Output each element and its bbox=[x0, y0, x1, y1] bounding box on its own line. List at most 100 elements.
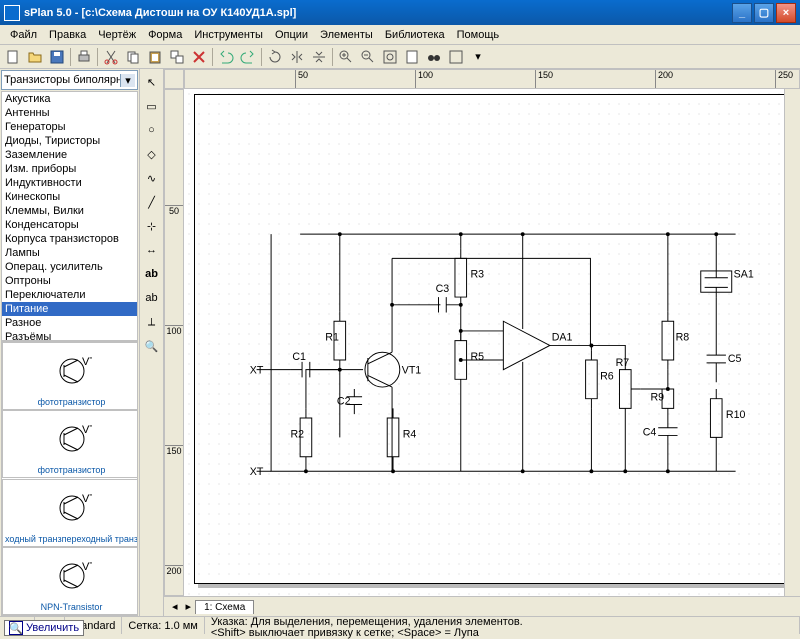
category-list[interactable]: АкустикаАнтенныГенераторыДиоды, Тиристор… bbox=[1, 91, 138, 341]
category-item[interactable]: Индуктивности bbox=[2, 176, 137, 190]
sheet-tab-1[interactable]: 1: Схема bbox=[195, 600, 254, 614]
svg-text:C3: C3 bbox=[436, 283, 450, 295]
mirror-v-button[interactable] bbox=[308, 46, 330, 68]
svg-text:VT1: VT1 bbox=[402, 365, 422, 377]
category-item[interactable]: Конденсаторы bbox=[2, 218, 137, 232]
redo-button[interactable] bbox=[237, 46, 259, 68]
rect-tool[interactable]: ▭ bbox=[141, 95, 163, 117]
zoom-out-button[interactable] bbox=[357, 46, 379, 68]
category-item[interactable]: Изм. приборы bbox=[2, 162, 137, 176]
menu-draw[interactable]: Чертёж bbox=[92, 27, 142, 43]
status-hint2: <Shift> выключает привязку к сетке; <Spa… bbox=[211, 628, 479, 639]
zoom-page-button[interactable] bbox=[401, 46, 423, 68]
statusbar: >8.3 Standard Сетка: 1.0 мм Указка: Для … bbox=[0, 616, 800, 634]
vertical-scrollbar[interactable] bbox=[784, 89, 800, 596]
category-item[interactable]: Клеммы, Вилки bbox=[2, 204, 137, 218]
svg-text:R2: R2 bbox=[290, 428, 304, 440]
zoom-fit-button[interactable] bbox=[379, 46, 401, 68]
undo-button[interactable] bbox=[215, 46, 237, 68]
canvas-area: 50 100 150 200 250 50 100 150 200 bbox=[164, 69, 800, 616]
rotate-button[interactable] bbox=[264, 46, 286, 68]
tab-next[interactable]: ▸ bbox=[182, 600, 196, 613]
close-button[interactable]: × bbox=[776, 3, 796, 23]
open-button[interactable] bbox=[24, 46, 46, 68]
svg-text:R1: R1 bbox=[325, 332, 339, 344]
pointer-tool[interactable]: ↖ bbox=[141, 71, 163, 93]
category-item[interactable]: Диоды, Тиристоры bbox=[2, 134, 137, 148]
text-tool[interactable]: ab bbox=[141, 287, 163, 309]
copy-button[interactable] bbox=[122, 46, 144, 68]
svg-text:XT: XT bbox=[250, 466, 264, 478]
menu-options[interactable]: Опции bbox=[269, 27, 314, 43]
category-combo[interactable]: Транзисторы биполярные ▾ bbox=[1, 70, 138, 90]
svg-text:XT: XT bbox=[250, 365, 264, 377]
new-button[interactable] bbox=[2, 46, 24, 68]
zoom-tool[interactable]: 🔍 bbox=[141, 335, 163, 357]
menu-file[interactable]: Файл bbox=[4, 27, 43, 43]
svg-text:VT0: VT0 bbox=[82, 561, 92, 573]
tab-prev[interactable]: ◂ bbox=[168, 600, 182, 613]
svg-text:R10: R10 bbox=[726, 409, 746, 421]
svg-text:C4: C4 bbox=[643, 426, 657, 438]
component-cell[interactable]: VT0фототранзистор bbox=[2, 342, 138, 410]
category-item[interactable]: Операц. усилитель bbox=[2, 260, 137, 274]
category-item[interactable]: Разъёмы bbox=[2, 330, 137, 341]
print-button[interactable] bbox=[73, 46, 95, 68]
svg-text:DA1: DA1 bbox=[552, 332, 573, 344]
cut-button[interactable] bbox=[100, 46, 122, 68]
category-item[interactable]: Разное bbox=[2, 316, 137, 330]
component-grid[interactable]: VT0фототранзисторVT0фототранзисторVT0фот… bbox=[1, 341, 138, 616]
category-item[interactable]: Антенны bbox=[2, 106, 137, 120]
line-tool[interactable]: ╱ bbox=[141, 191, 163, 213]
drawing-canvas[interactable]: XT C1 R1 VT1 C3 bbox=[184, 89, 784, 596]
circle-tool[interactable]: ○ bbox=[141, 119, 163, 141]
maximize-button[interactable]: ▢ bbox=[754, 3, 774, 23]
dimension-tool[interactable]: ↔ bbox=[141, 239, 163, 261]
measure-tool[interactable]: ⟂ bbox=[141, 311, 163, 333]
components-button[interactable] bbox=[445, 46, 467, 68]
svg-text:R7: R7 bbox=[616, 357, 630, 369]
category-item[interactable]: Корпуса транзисторов bbox=[2, 232, 137, 246]
delete-button[interactable] bbox=[188, 46, 210, 68]
menu-elements[interactable]: Элементы bbox=[314, 27, 379, 43]
menu-tools[interactable]: Инструменты bbox=[188, 27, 269, 43]
svg-text:R3: R3 bbox=[470, 269, 484, 281]
category-item[interactable]: Акустика bbox=[2, 92, 137, 106]
mirror-h-button[interactable] bbox=[286, 46, 308, 68]
polygon-tool[interactable]: ◇ bbox=[141, 143, 163, 165]
component-cell[interactable]: VT0ходный транзпереходный транз bbox=[2, 479, 138, 547]
duplicate-button[interactable] bbox=[166, 46, 188, 68]
menu-help[interactable]: Помощь bbox=[451, 27, 506, 43]
svg-text:R4: R4 bbox=[403, 428, 417, 440]
zoom-in-button[interactable] bbox=[335, 46, 357, 68]
category-item[interactable]: Заземление bbox=[2, 148, 137, 162]
category-combo-text: Транзисторы биполярные bbox=[4, 74, 120, 86]
binoculars-icon[interactable] bbox=[423, 46, 445, 68]
category-item[interactable]: Кинескопы bbox=[2, 190, 137, 204]
zoom-link[interactable]: 🔍 Увеличить bbox=[4, 620, 84, 636]
minimize-button[interactable]: _ bbox=[732, 3, 752, 23]
bezier-tool[interactable]: ∿ bbox=[141, 167, 163, 189]
menu-library[interactable]: Библиотека bbox=[379, 27, 451, 43]
dropdown-button[interactable]: ▾ bbox=[467, 46, 489, 68]
app-icon bbox=[4, 5, 20, 21]
svg-text:R8: R8 bbox=[676, 332, 690, 344]
component-cell[interactable]: VT0NPN-Transistor bbox=[2, 547, 138, 615]
node-tool[interactable]: ⊹ bbox=[141, 215, 163, 237]
category-item[interactable]: Генераторы bbox=[2, 120, 137, 134]
text-bold-tool[interactable]: ab bbox=[141, 263, 163, 285]
svg-text:C1: C1 bbox=[292, 351, 306, 363]
component-cell[interactable]: VT0фототранзистор bbox=[2, 410, 138, 478]
paste-button[interactable] bbox=[144, 46, 166, 68]
ruler-horizontal: 50 100 150 200 250 bbox=[184, 69, 800, 89]
menu-form[interactable]: Форма bbox=[142, 27, 188, 43]
menu-edit[interactable]: Правка bbox=[43, 27, 92, 43]
category-item[interactable]: Переключатели bbox=[2, 288, 137, 302]
save-button[interactable] bbox=[46, 46, 68, 68]
category-item[interactable]: Оптроны bbox=[2, 274, 137, 288]
toolbar: ▾ bbox=[0, 45, 800, 69]
category-item[interactable]: Лампы bbox=[2, 246, 137, 260]
svg-text:R5: R5 bbox=[470, 351, 484, 363]
chevron-down-icon[interactable]: ▾ bbox=[120, 74, 135, 87]
category-item[interactable]: Питание bbox=[2, 302, 137, 316]
